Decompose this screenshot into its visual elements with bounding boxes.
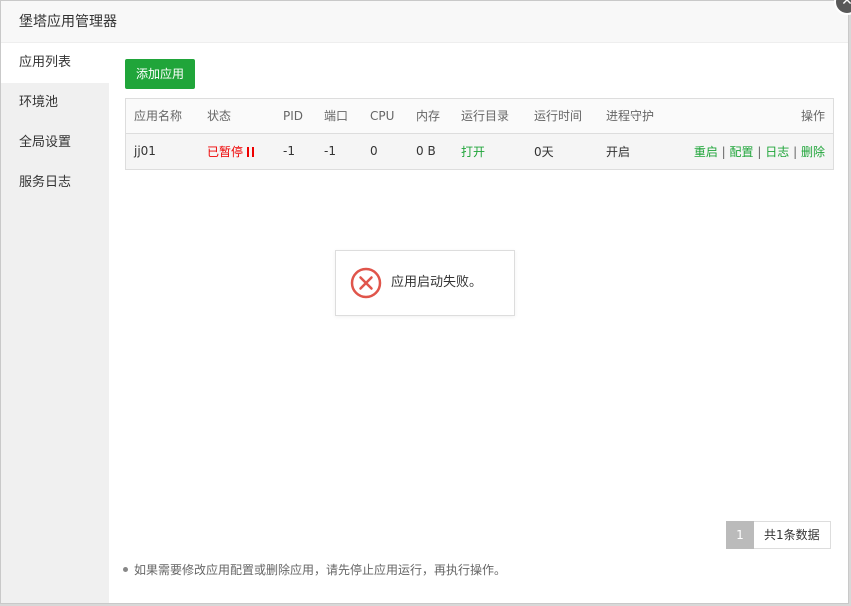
memory-value: 0 B xyxy=(416,144,436,159)
page-number-button[interactable]: 1 xyxy=(726,521,754,549)
status-text: 已暂停 xyxy=(207,144,244,159)
port-value: -1 xyxy=(324,144,336,159)
delete-link[interactable]: 删除 xyxy=(801,145,825,159)
separator: | xyxy=(721,144,726,159)
bullet-icon xyxy=(123,567,128,572)
sidebar-item-service-log[interactable]: 服务日志 xyxy=(1,163,109,203)
pause-icon xyxy=(247,146,255,157)
log-link[interactable]: 日志 xyxy=(765,145,789,159)
total-count: 共1条数据 xyxy=(754,521,831,549)
header-status: 状态 xyxy=(207,109,232,124)
table-row: jj01 已暂停 -1 -1 0 0 B 打开 0天 开启 重启 | 配置 | … xyxy=(126,133,833,169)
sidebar-item-app-list[interactable]: 应用列表 xyxy=(1,43,109,83)
sidebar-item-global-settings[interactable]: 全局设置 xyxy=(1,123,109,163)
header-name: 应用名称 xyxy=(134,109,183,124)
app-manager-dialog: 堡塔应用管理器 ✕ 应用列表 环境池 全局设置 服务日志 添加应用 应用名称 状… xyxy=(0,0,851,604)
sidebar-item-env-pool[interactable]: 环境池 xyxy=(1,83,109,123)
header-cpu: CPU xyxy=(370,108,395,123)
hint-text: 如果需要修改应用配置或删除应用，请先停止应用运行，再执行操作。 xyxy=(134,563,507,577)
app-table: 应用名称 状态 PID 端口 CPU 内存 运行目录 运行时间 进程守护 操作 xyxy=(125,98,834,170)
actions-cell: 重启 | 配置 | 日志 | 删除 xyxy=(678,133,833,169)
header-guard: 进程守护 xyxy=(606,109,655,124)
header-run-time: 运行时间 xyxy=(534,109,583,124)
header-run-dir: 运行目录 xyxy=(461,109,510,124)
header-pid: PID xyxy=(283,108,304,123)
config-link[interactable]: 配置 xyxy=(730,145,754,159)
error-toast: 应用启动失败。 xyxy=(335,250,515,316)
header-actions: 操作 xyxy=(800,109,825,124)
separator: | xyxy=(793,144,798,159)
status-cell[interactable]: 已暂停 xyxy=(199,133,275,169)
header-port: 端口 xyxy=(324,109,349,124)
app-name: jj01 xyxy=(134,144,156,159)
sidebar: 应用列表 环境池 全局设置 服务日志 xyxy=(1,43,109,603)
restart-link[interactable]: 重启 xyxy=(694,145,718,159)
main-panel: 添加应用 应用名称 状态 PID 端口 CPU 内存 运行目录 运行时间 进程守… xyxy=(109,43,848,603)
pid-value: -1 xyxy=(283,144,295,159)
dialog-title: 堡塔应用管理器 xyxy=(1,1,848,43)
hint-text-row: 如果需要修改应用配置或删除应用，请先停止应用运行，再执行操作。 xyxy=(123,561,506,578)
header-memory: 内存 xyxy=(416,109,441,124)
guard-value: 开启 xyxy=(606,144,631,159)
open-dir-link[interactable]: 打开 xyxy=(453,133,526,169)
cpu-value: 0 xyxy=(370,144,378,159)
error-icon xyxy=(350,267,382,299)
pagination: 1 共1条数据 xyxy=(726,521,831,549)
run-time-value: 0天 xyxy=(534,144,554,159)
toast-message: 应用启动失败。 xyxy=(391,275,483,290)
separator: | xyxy=(757,144,762,159)
add-app-button[interactable]: 添加应用 xyxy=(125,59,196,89)
table-header-row: 应用名称 状态 PID 端口 CPU 内存 运行目录 运行时间 进程守护 操作 xyxy=(126,99,833,133)
